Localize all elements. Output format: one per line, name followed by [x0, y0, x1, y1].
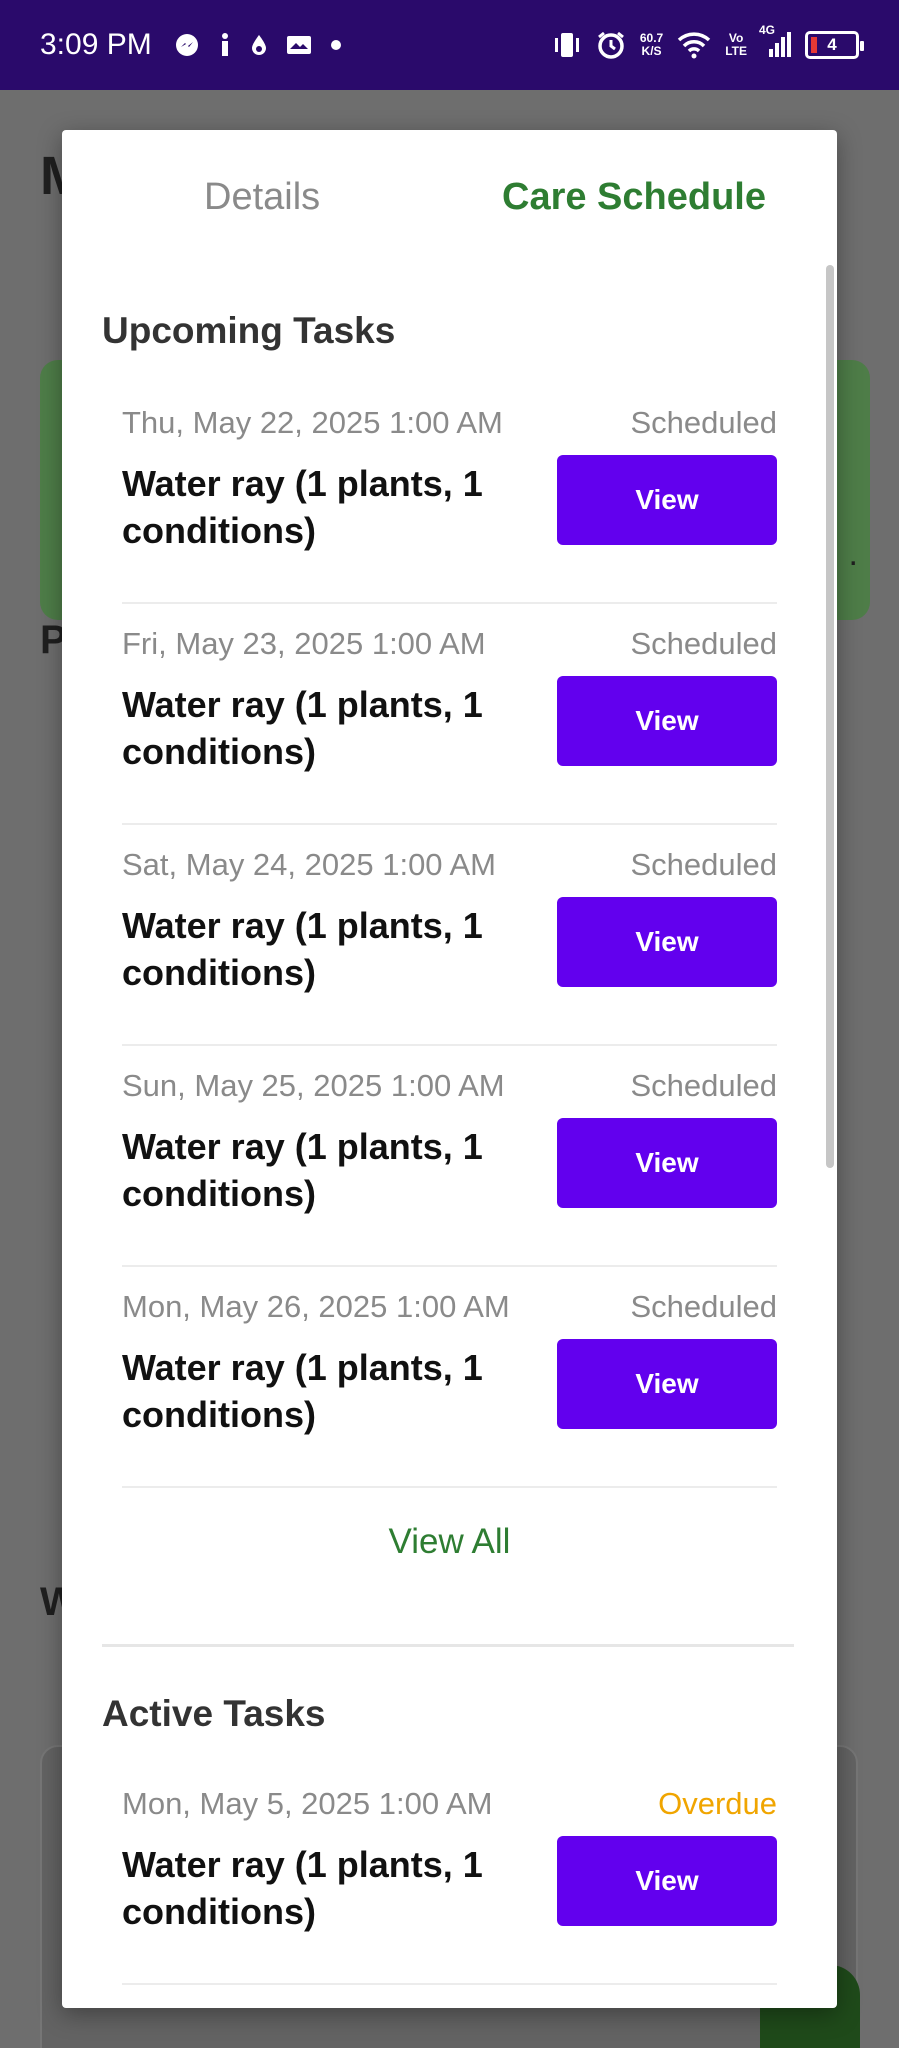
view-task-button[interactable]: View — [557, 455, 777, 545]
task-title: Water ray (1 plants, 1 conditions) — [122, 1347, 483, 1435]
net-speed: 60.7 K/S — [640, 32, 663, 58]
notification-icons — [174, 32, 342, 58]
view-task-button[interactable]: View — [557, 897, 777, 987]
task-divider — [122, 1044, 777, 1046]
scrollbar-thumb[interactable] — [826, 265, 834, 1168]
task-status: Scheduled — [630, 847, 777, 882]
task-date: Fri, May 23, 2025 1:00 AM — [122, 626, 486, 661]
view-task-button[interactable]: View — [557, 1339, 777, 1429]
vibrate-icon — [552, 31, 582, 59]
task-date: Thu, May 22, 2025 1:00 AM — [122, 405, 503, 440]
battery-level: 4 — [827, 35, 837, 54]
task-title: Water ray (1 plants, 1 conditions) — [122, 905, 483, 993]
task-status: Scheduled — [630, 405, 777, 440]
background-card-dot: . — [848, 535, 858, 573]
task-date: Sat, May 24, 2025 1:00 AM — [122, 847, 496, 882]
task-status: Scheduled — [630, 1289, 777, 1324]
task-status: Scheduled — [630, 626, 777, 661]
volte-bottom: LTE — [725, 44, 747, 58]
status-bar: 3:09 PM 60.7 K/S Vo LTE 4G 4 — [0, 0, 899, 90]
task-title: Water ray (1 plants, 1 conditions) — [122, 684, 483, 772]
task-date: Sun, May 25, 2025 1:00 AM — [122, 1068, 505, 1103]
net-speed-unit: K/S — [641, 44, 662, 58]
gallery-icon — [286, 34, 312, 56]
task-item: Sun, May 25, 2025 1:00 AM Scheduled Wate… — [122, 1068, 777, 1288]
view-task-button[interactable]: View — [557, 676, 777, 766]
system-icons: 60.7 K/S Vo LTE 4G 4 — [552, 23, 864, 60]
task-item: Thu, May 22, 2025 1:00 AM Scheduled Wate… — [122, 405, 777, 625]
upcoming-tasks-title: Upcoming Tasks — [102, 310, 396, 351]
wifi-icon — [677, 31, 711, 59]
alarm-icon — [596, 30, 626, 60]
task-date: Mon, May 26, 2025 1:00 AM — [122, 1289, 510, 1324]
active-tasks-title: Active Tasks — [102, 1693, 326, 1734]
task-status: Scheduled — [630, 1068, 777, 1103]
tab-details[interactable]: Details — [204, 176, 320, 219]
info-icon — [218, 32, 232, 58]
task-title: Water ray (1 plants, 1 conditions) — [122, 1126, 483, 1214]
care-schedule-dialog: Details Care Schedule Upcoming Tasks Thu… — [62, 130, 837, 2008]
task-date: Mon, May 5, 2025 1:00 AM — [122, 1786, 493, 1821]
task-divider — [122, 1265, 777, 1267]
task-item: Fri, May 23, 2025 1:00 AM Scheduled Wate… — [122, 626, 777, 846]
status-time: 3:09 PM — [40, 28, 152, 61]
battery-low-bar — [811, 37, 817, 53]
task-item: Sat, May 24, 2025 1:00 AM Scheduled Wate… — [122, 847, 777, 1067]
task-divider — [122, 1983, 777, 1985]
volte-indicator: Vo LTE — [725, 32, 747, 58]
view-task-button[interactable]: View — [557, 1836, 777, 1926]
task-title: Water ray (1 plants, 1 conditions) — [122, 463, 483, 551]
task-item: Mon, May 5, 2025 1:00 AM Overdue Water r… — [122, 1786, 777, 2006]
view-task-button[interactable]: View — [557, 1118, 777, 1208]
dot-icon — [330, 39, 342, 51]
task-item: Mon, May 26, 2025 1:00 AM Scheduled Wate… — [122, 1289, 777, 1509]
messenger-icon — [174, 32, 200, 58]
task-divider — [122, 1486, 777, 1488]
battery-icon: 4 — [805, 31, 864, 59]
tab-care-schedule[interactable]: Care Schedule — [502, 176, 766, 219]
task-status: Overdue — [658, 1786, 777, 1821]
signal-icon: 4G — [759, 23, 791, 59]
view-all-link[interactable]: View All — [62, 1522, 837, 1562]
network-type: 4G — [759, 23, 776, 37]
drop-icon — [250, 33, 268, 57]
task-divider — [122, 823, 777, 825]
task-title: Water ray (1 plants, 1 conditions) — [122, 1844, 483, 1932]
dialog-tabs: Details Care Schedule — [62, 130, 837, 270]
section-divider — [102, 1644, 794, 1647]
task-divider — [122, 602, 777, 604]
